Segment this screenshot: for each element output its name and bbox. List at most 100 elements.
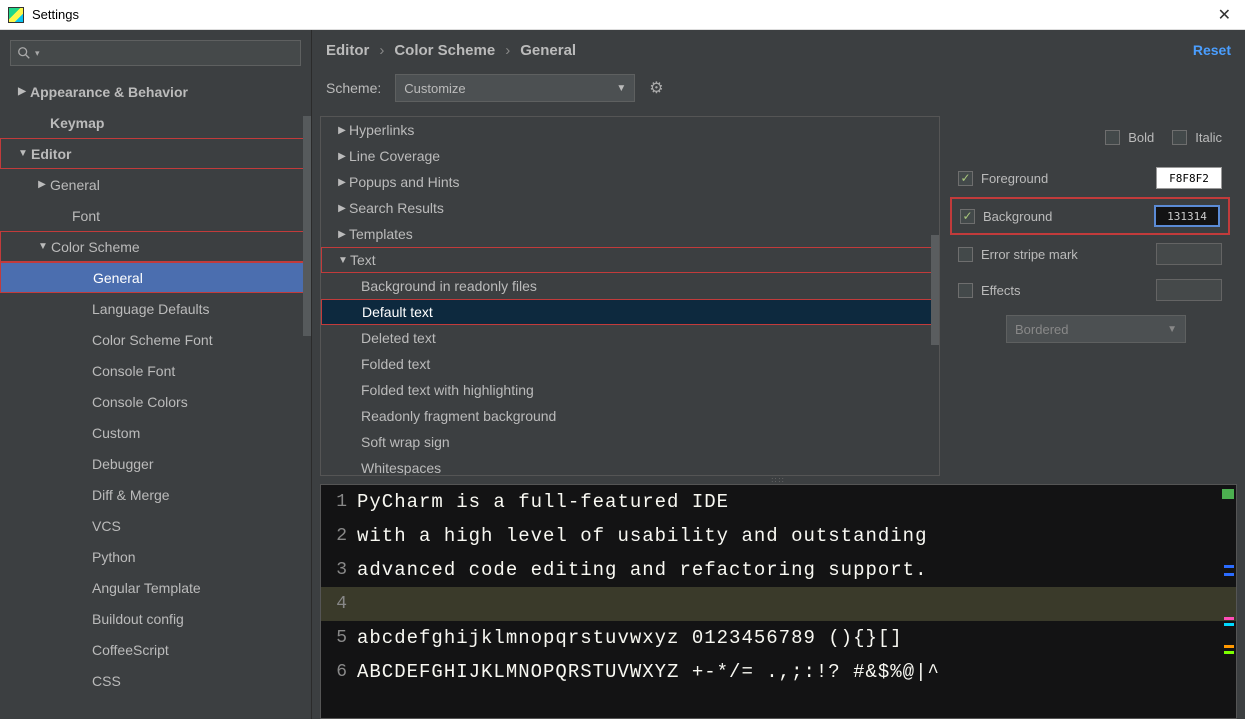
sidebar-item-diff-merge[interactable]: Diff & Merge [0,479,311,510]
sidebar-item-vcs[interactable]: VCS [0,510,311,541]
preview-line: 4 [321,587,1236,621]
scheme-tree-label: Text [350,252,376,268]
splitter-handle[interactable]: ∷∷ [312,476,1245,484]
scheme-tree-item-soft-wrap-sign[interactable]: Soft wrap sign [321,429,939,455]
sidebar-item-label: Angular Template [92,580,201,596]
dropdown-caret-icon: ▾ [35,48,40,59]
error-stripe-checkbox[interactable]: Error stripe mark [958,247,1078,262]
effects-type-select[interactable]: Bordered ▼ [1006,315,1186,343]
scheme-tree-item-folded-text-with-highlighting[interactable]: Folded text with highlighting [321,377,939,403]
chevron-right-icon: ▶ [335,203,349,214]
scheme-tree-item-folded-text[interactable]: Folded text [321,351,939,377]
sidebar-item-coffeescript[interactable]: CoffeeScript [0,634,311,665]
scheme-tree-item-background-in-readonly-files[interactable]: Background in readonly files [321,273,939,299]
sidebar-item-label: Color Scheme Font [92,332,213,348]
stripe-mark [1224,651,1234,654]
scheme-tree-label: Deleted text [361,330,436,346]
scheme-label: Scheme: [326,80,381,96]
reset-link[interactable]: Reset [1193,42,1231,58]
sidebar-item-keymap[interactable]: Keymap [0,107,311,138]
scheme-tree-label: Popups and Hints [349,174,460,190]
chevron-right-icon: ▶ [335,229,349,240]
sidebar-item-label: CSS [92,673,121,689]
sidebar-item-angular-template[interactable]: Angular Template [0,572,311,603]
sidebar-item-appearance-behavior[interactable]: ▶Appearance & Behavior [0,76,311,107]
foreground-checkbox[interactable]: Foreground [958,171,1048,186]
code-text: abcdefghijklmnopqrstuvwxyz 0123456789 ()… [357,627,903,649]
sidebar-item-language-defaults[interactable]: Language Defaults [0,293,311,324]
foreground-label: Foreground [981,171,1048,186]
breadcrumb-editor[interactable]: Editor [326,42,369,59]
window-title: Settings [32,7,79,22]
code-text: advanced code editing and refactoring su… [357,559,928,581]
search-input[interactable]: ▾ [10,40,301,66]
sidebar-item-general[interactable]: General [0,262,311,293]
sidebar-item-label: Buildout config [92,611,184,627]
main: ▾ ▶Appearance & BehaviorKeymap▼Editor▶Ge… [0,30,1245,719]
stripe-mark [1224,645,1234,648]
effects-color-field[interactable] [1156,279,1222,301]
scheme-tree-item-hyperlinks[interactable]: ▶Hyperlinks [321,117,939,143]
scheme-tree-scrollbar[interactable] [931,235,939,345]
sidebar-item-label: Color Scheme [51,239,140,255]
background-checkbox[interactable]: Background [960,209,1052,224]
sidebar-item-console-colors[interactable]: Console Colors [0,386,311,417]
chevron-down-icon: ▼ [616,83,626,94]
sidebar-item-buildout-config[interactable]: Buildout config [0,603,311,634]
sidebar-item-label: Appearance & Behavior [30,84,188,100]
scheme-tree-item-default-text[interactable]: Default text [321,299,939,325]
scheme-tree-item-line-coverage[interactable]: ▶Line Coverage [321,143,939,169]
scheme-tree-item-popups-and-hints[interactable]: ▶Popups and Hints [321,169,939,195]
scheme-select[interactable]: Customize ▼ [395,74,635,102]
properties-panel: Bold Italic Foreground F8F8F2 [940,116,1240,476]
italic-checkbox[interactable]: Italic [1172,130,1222,145]
background-color-field[interactable]: 131314 [1154,205,1220,227]
scheme-tree-item-whitespaces[interactable]: Whitespaces [321,455,939,476]
gear-icon[interactable]: ⚙ [649,78,663,98]
settings-tree[interactable]: ▶Appearance & BehaviorKeymap▼Editor▶Gene… [0,72,311,719]
sidebar-item-editor[interactable]: ▼Editor [0,138,311,169]
sidebar-item-general[interactable]: ▶General [0,169,311,200]
error-stripe-color-field[interactable] [1156,243,1222,265]
foreground-color-field[interactable]: F8F8F2 [1156,167,1222,189]
sidebar-item-font[interactable]: Font [0,200,311,231]
effects-type-value: Bordered [1015,322,1068,337]
scheme-tree-label: Line Coverage [349,148,440,164]
stripe-mark [1224,573,1234,576]
sidebar-item-python[interactable]: Python [0,541,311,572]
scheme-tree-item-text[interactable]: ▼Text [321,247,939,273]
scheme-tree-item-search-results[interactable]: ▶Search Results [321,195,939,221]
background-row: Background 131314 [960,205,1220,227]
line-number: 2 [321,526,357,546]
effects-checkbox[interactable]: Effects [958,283,1021,298]
sidebar-item-color-scheme-font[interactable]: Color Scheme Font [0,324,311,355]
sidebar-item-css[interactable]: CSS [0,665,311,696]
preview-line: 3advanced code editing and refactoring s… [321,553,1236,587]
sidebar-item-label: CoffeeScript [92,642,169,658]
effects-label: Effects [981,283,1021,298]
preview-editor[interactable]: 1PyCharm is a full-featured IDE 2with a h… [320,484,1237,719]
search-icon [17,46,31,60]
sidebar-item-console-font[interactable]: Console Font [0,355,311,386]
preview-line: 1PyCharm is a full-featured IDE [321,485,1236,519]
sidebar-item-debugger[interactable]: Debugger [0,448,311,479]
scheme-tree-item-readonly-fragment-background[interactable]: Readonly fragment background [321,403,939,429]
sidebar-item-label: Diff & Merge [92,487,170,503]
bold-checkbox[interactable]: Bold [1105,130,1154,145]
sidebar-item-custom[interactable]: Custom [0,417,311,448]
close-icon[interactable]: ✕ [1212,5,1237,25]
breadcrumb-colorscheme[interactable]: Color Scheme [394,42,495,59]
scheme-tree-item-templates[interactable]: ▶Templates [321,221,939,247]
preview-line: 5abcdefghijklmnopqrstuvwxyz 0123456789 (… [321,621,1236,655]
chevron-right-icon: › [505,42,510,59]
chevron-right-icon: ▶ [14,86,30,97]
code-text: with a high level of usability and outst… [357,525,928,547]
checkbox-icon [1172,130,1187,145]
sidebar-item-color-scheme[interactable]: ▼Color Scheme [0,231,311,262]
preview-line: 6ABCDEFGHIJKLMNOPQRSTUVWXYZ +-*/= .,;:!?… [321,655,1236,689]
sidebar-scrollbar[interactable] [303,116,311,336]
scheme-tree-item-deleted-text[interactable]: Deleted text [321,325,939,351]
scheme-tree[interactable]: ▶Hyperlinks▶Line Coverage▶Popups and Hin… [320,116,940,476]
line-number: 1 [321,492,357,512]
line-number: 5 [321,628,357,648]
